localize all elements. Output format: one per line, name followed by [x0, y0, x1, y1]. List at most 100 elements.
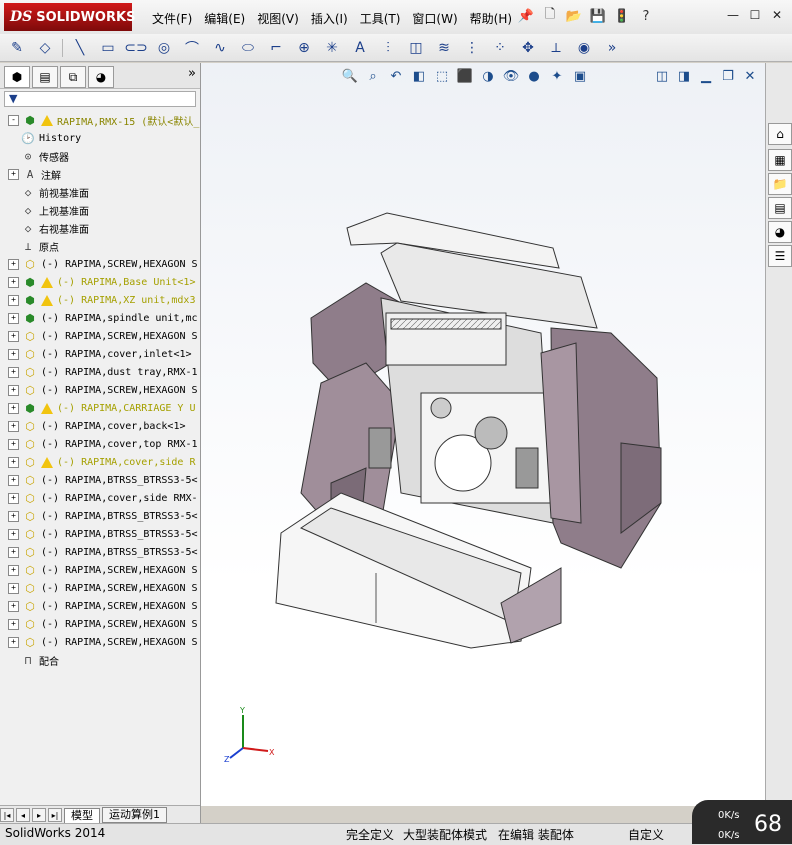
expand-icon[interactable]: +	[8, 402, 19, 414]
more-tools-icon[interactable]: »	[601, 37, 623, 59]
tree-item[interactable]: + ⬡ (-) RAPIMA,SCREW,HEXAGON S	[0, 255, 200, 273]
solidworks-resources-icon[interactable]: ⌂	[768, 123, 792, 145]
expand-icon[interactable]: +	[8, 366, 19, 378]
sketch-icon[interactable]: ✎	[6, 37, 28, 59]
expand-icon[interactable]: +	[8, 168, 19, 180]
tree-item[interactable]: + ⬡ (-) RAPIMA,SCREW,HEXAGON S	[0, 579, 200, 597]
tree-item[interactable]: ⊥ 原点	[0, 237, 200, 255]
expand-icon[interactable]: +	[8, 348, 19, 360]
text-icon[interactable]: A	[349, 37, 371, 59]
expand-icon[interactable]: +	[8, 582, 19, 594]
slot-icon[interactable]: ⊂⊃	[124, 37, 147, 59]
expand-icon[interactable]: +	[8, 276, 19, 288]
open-file-icon[interactable]: 📂	[564, 6, 584, 26]
save-icon[interactable]: 💾	[588, 6, 608, 26]
expand-icon[interactable]: +	[8, 420, 19, 432]
line-icon[interactable]: ╲	[69, 37, 91, 59]
rebuild-icon[interactable]: 🚦	[612, 6, 632, 26]
repair-sketch-icon[interactable]: ◉	[573, 37, 595, 59]
expand-icon[interactable]: +	[8, 474, 19, 486]
tab-model[interactable]: 模型	[64, 807, 100, 823]
smart-dimension-icon[interactable]: ◇	[34, 37, 56, 59]
tree-item[interactable]: + ⬡ (-) RAPIMA,BTRSS_BTRSS3-5<	[0, 543, 200, 561]
tree-item[interactable]: 🕑 History	[0, 129, 200, 147]
rectangle-icon[interactable]: ▭	[97, 37, 119, 59]
property-manager-tab-icon[interactable]: ▤	[32, 66, 58, 88]
tree-item[interactable]: + ⬡ (-) RAPIMA,SCREW,HEXAGON S	[0, 381, 200, 399]
tree-item[interactable]: + ⬡ (-) RAPIMA,cover,side R	[0, 453, 200, 471]
collapse-icon[interactable]: -	[8, 114, 19, 126]
tree-item[interactable]: + ⬡ (-) RAPIMA,SCREW,HEXAGON S	[0, 615, 200, 633]
solidworks-logo[interactable]: DS SOLIDWORKS	[4, 3, 135, 31]
tree-item[interactable]: ⊓ 配合	[0, 651, 200, 669]
filter-bar[interactable]: ▼	[4, 91, 196, 107]
centerline-icon[interactable]: ✳	[321, 37, 343, 59]
tree-item[interactable]: + ⬡ (-) RAPIMA,BTRSS_BTRSS3-5<	[0, 471, 200, 489]
tree-item[interactable]: ⊙ 传感器	[0, 147, 200, 165]
mirror-icon[interactable]: ⋮	[461, 37, 483, 59]
linear-pattern-icon[interactable]: ⁘	[489, 37, 511, 59]
status-custom[interactable]: 自定义	[628, 826, 664, 843]
menu-item[interactable]: 视图(V)	[251, 8, 305, 29]
expand-icon[interactable]: +	[8, 294, 19, 306]
feature-manager-tab-icon[interactable]: ⬢	[4, 66, 30, 88]
tree-item[interactable]: ◇ 前视基准面	[0, 183, 200, 201]
tree-item[interactable]: + ⬢ (-) RAPIMA,CARRIAGE Y U	[0, 399, 200, 417]
fillet-icon[interactable]: ⌐	[265, 37, 287, 59]
custom-properties-icon[interactable]: ☰	[768, 245, 792, 267]
pin-icon[interactable]: 📌	[516, 6, 536, 26]
tree-item[interactable]: ◇ 右视基准面	[0, 219, 200, 237]
tree-item[interactable]: + ⬢ (-) RAPIMA,XZ unit,mdx3	[0, 291, 200, 309]
tree-item[interactable]: + ⬡ (-) RAPIMA,SCREW,HEXAGON S	[0, 597, 200, 615]
expand-panel-icon[interactable]: »	[188, 66, 196, 85]
expand-icon[interactable]: +	[8, 528, 19, 540]
ellipse-icon[interactable]: ⬭	[237, 37, 259, 59]
graphics-area[interactable]: 🔍 ⌕ ↶ ◧ ⬚ ⬛ ◑ 👁 ● ✦ ▣ ◫ ◨ ▁ ❐ ✕ Y X Z	[201, 63, 765, 806]
menu-item[interactable]: 帮助(H)	[464, 8, 518, 29]
menu-item[interactable]: 窗口(W)	[406, 8, 463, 29]
expand-icon[interactable]: +	[8, 618, 19, 630]
menu-item[interactable]: 文件(F)	[146, 8, 198, 29]
spline-icon[interactable]: ∿	[209, 37, 231, 59]
tab-motion-study[interactable]: 运动算例1	[102, 807, 167, 823]
menu-item[interactable]: 工具(T)	[354, 8, 407, 29]
tree-item[interactable]: ◇ 上视基准面	[0, 201, 200, 219]
expand-icon[interactable]: +	[8, 384, 19, 396]
tree-item[interactable]: + ⬢ (-) RAPIMA,spindle unit,mc	[0, 309, 200, 327]
tree-item[interactable]: + ⬡ (-) RAPIMA,cover,back<1>	[0, 417, 200, 435]
first-tab-icon[interactable]: |◂	[0, 808, 14, 822]
tree-item[interactable]: + ⬡ (-) RAPIMA,SCREW,HEXAGON S	[0, 633, 200, 651]
expand-icon[interactable]: +	[8, 330, 19, 342]
view-palette-icon[interactable]: ▤	[768, 197, 792, 219]
expand-icon[interactable]: +	[8, 492, 19, 504]
design-library-icon[interactable]: ▦	[768, 149, 792, 171]
expand-icon[interactable]: +	[8, 510, 19, 522]
offset-icon[interactable]: ≋	[433, 37, 455, 59]
relations-icon[interactable]: ⟂	[545, 37, 567, 59]
tree-root[interactable]: - ⬢ RAPIMA,RMX-15 (默认<默认_	[0, 111, 200, 129]
expand-icon[interactable]: +	[8, 438, 19, 450]
tree-item[interactable]: + ⬡ (-) RAPIMA,cover,inlet<1>	[0, 345, 200, 363]
appearances-icon[interactable]: ◕	[768, 221, 792, 243]
tree-item[interactable]: + ⬡ (-) RAPIMA,SCREW,HEXAGON S	[0, 327, 200, 345]
tree-item[interactable]: + ⬡ (-) RAPIMA,BTRSS_BTRSS3-5<	[0, 507, 200, 525]
display-manager-tab-icon[interactable]: ◕	[88, 66, 114, 88]
point-icon[interactable]: ⊕	[293, 37, 315, 59]
maximize-icon[interactable]: ☐	[746, 6, 764, 24]
tree-item[interactable]: + ⬡ (-) RAPIMA,BTRSS_BTRSS3-5<	[0, 525, 200, 543]
tree-item[interactable]: + ⬡ (-) RAPIMA,dust tray,RMX-1	[0, 363, 200, 381]
help-icon[interactable]: ?	[636, 6, 656, 26]
configuration-manager-tab-icon[interactable]: ⧉	[60, 66, 86, 88]
new-file-icon[interactable]: 🗋	[540, 6, 560, 26]
expand-icon[interactable]: +	[8, 546, 19, 558]
expand-icon[interactable]: +	[8, 456, 19, 468]
tree-item[interactable]: + A 注解	[0, 165, 200, 183]
tree-item[interactable]: + ⬡ (-) RAPIMA,cover,side RMX-	[0, 489, 200, 507]
trim-icon[interactable]: ⫶	[377, 37, 399, 59]
arc-icon[interactable]: ⌒	[181, 37, 203, 59]
minimize-icon[interactable]: —	[724, 6, 742, 24]
expand-icon[interactable]: +	[8, 258, 19, 270]
expand-icon[interactable]: +	[8, 564, 19, 576]
next-tab-icon[interactable]: ▸	[32, 808, 46, 822]
expand-icon[interactable]: +	[8, 636, 19, 648]
